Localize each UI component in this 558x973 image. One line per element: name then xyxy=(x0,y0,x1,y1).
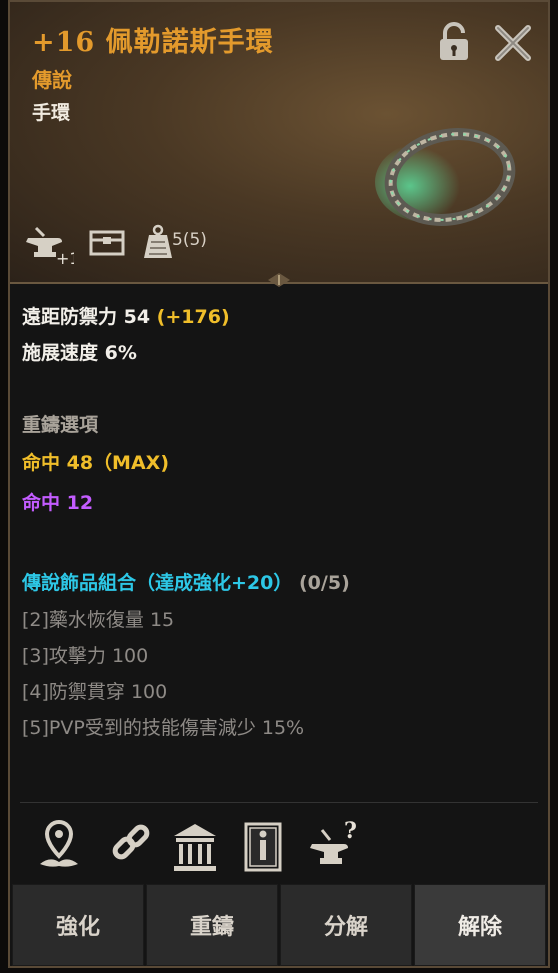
item-header: +16 佩勒諾斯手環 傳說 手環 + 5(5) xyxy=(10,2,548,284)
stat-ranged-defense: 遠距防禦力 54 (+176) xyxy=(22,302,230,329)
reforge-option-1: 命中 48（MAX) xyxy=(22,452,169,474)
anvil-help-icon[interactable]: ? xyxy=(306,816,366,876)
divider xyxy=(20,802,538,803)
decompose-button[interactable]: 分解 xyxy=(280,884,412,966)
stat-ranged-defense-bonus: (+176) xyxy=(150,306,230,328)
item-type: 手環 xyxy=(32,102,71,124)
stat-cast-speed: 施展速度 6% xyxy=(22,342,137,364)
svg-text:+1: +1 xyxy=(56,249,74,266)
action-icon-bar: ? xyxy=(10,808,548,884)
bank-icon[interactable] xyxy=(170,816,220,876)
bracelet-image xyxy=(375,128,516,226)
svg-text:?: ? xyxy=(344,818,357,844)
reforge-heading: 重鑄選項 xyxy=(22,414,99,436)
close-icon[interactable] xyxy=(492,22,534,64)
reforge-option-2: 命中 12 xyxy=(22,492,94,514)
set-bonus-2: [2]藥水恢復量 15 xyxy=(22,609,175,631)
item-property-icons: +1 5(5) xyxy=(22,220,282,268)
stat-ranged-defense-value: 遠距防禦力 54 xyxy=(22,306,151,328)
item-title: +16 佩勒諾斯手環 xyxy=(32,27,274,58)
set-bonus-heading: 傳說飾品組合（達成強化+20） (0/5) xyxy=(22,568,350,595)
chest-icon xyxy=(89,230,125,256)
set-bonus-progress: (0/5) xyxy=(299,572,350,594)
item-grade: 傳說 xyxy=(32,68,72,92)
set-bonus-title: 傳說飾品組合（達成強化+20） xyxy=(22,572,293,594)
link-icon[interactable] xyxy=(106,816,156,876)
set-bonus-4: [4]防禦貫穿 100 xyxy=(22,681,168,703)
set-bonus-3: [3]攻擊力 100 xyxy=(22,645,149,667)
item-count: 5(5) xyxy=(172,230,207,250)
weight-icon xyxy=(144,224,172,258)
release-button[interactable]: 解除 xyxy=(414,884,546,966)
info-book-icon[interactable] xyxy=(238,816,288,876)
set-bonus-5: [5]PVP受到的技能傷害減少 15% xyxy=(22,717,305,739)
reforge-button[interactable]: 重鑄 xyxy=(146,884,278,966)
item-details: 遠距防禦力 54 (+176) 施展速度 6% 重鑄選項 命中 48（MAX) … xyxy=(10,284,548,804)
anvil-plus-icon: +1 xyxy=(26,226,74,266)
action-buttons: 強化 重鑄 分解 解除 xyxy=(10,884,548,968)
enhance-button[interactable]: 強化 xyxy=(12,884,144,966)
lock-icon[interactable] xyxy=(436,22,472,62)
item-tooltip-panel: +16 佩勒諾斯手環 傳說 手環 + 5(5) 遠距防禦力 54 (+176) … xyxy=(8,0,550,968)
map-pin-icon[interactable] xyxy=(34,816,84,876)
